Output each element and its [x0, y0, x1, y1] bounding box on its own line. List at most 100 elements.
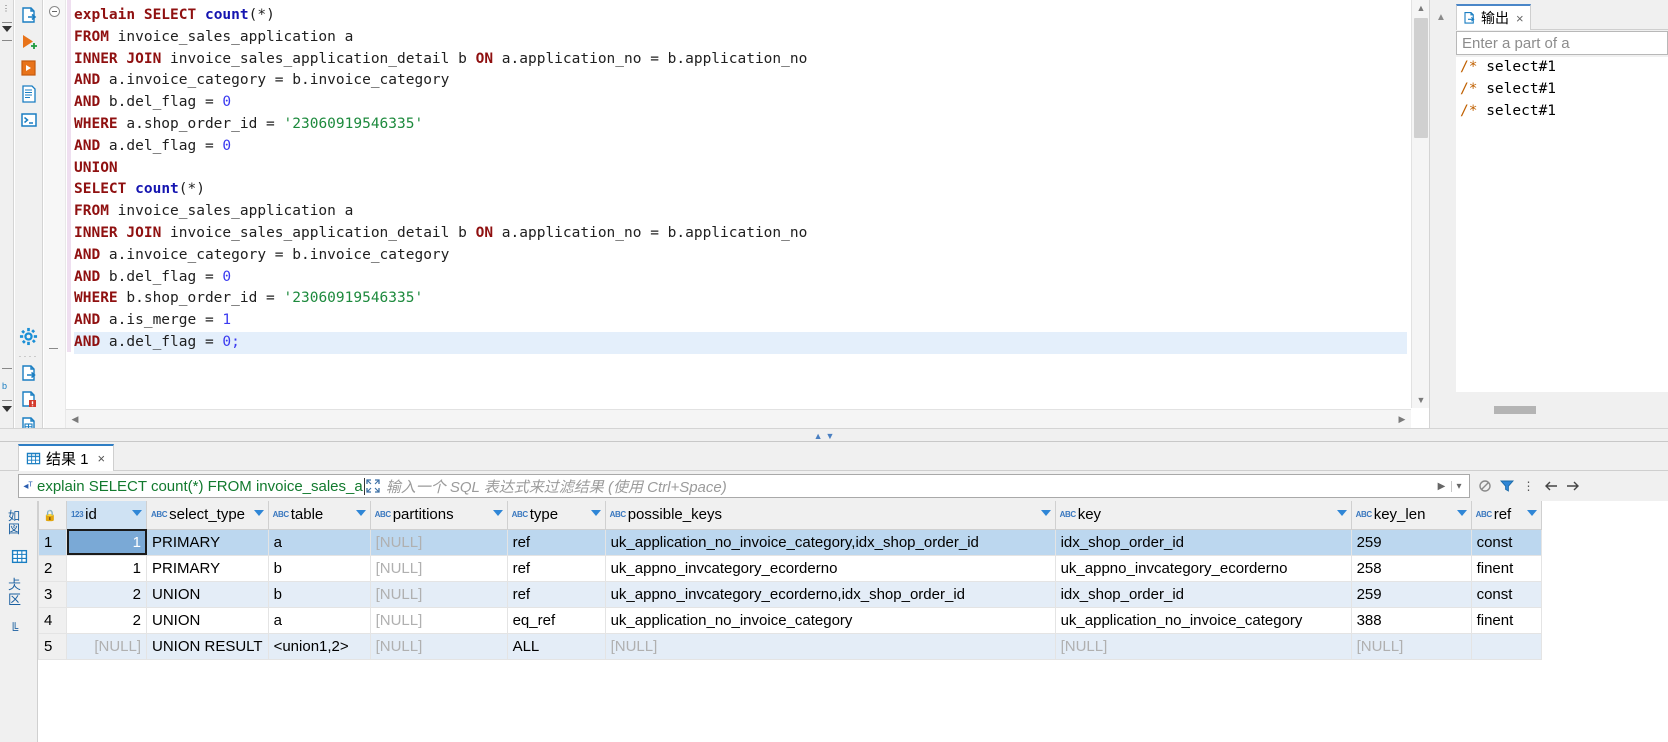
column-header-id[interactable]: 123 id [66, 501, 147, 530]
row-number-cell[interactable]: 5 [38, 632, 67, 660]
explain-execution-plan-icon[interactable] [17, 82, 41, 106]
explain-plan-table[interactable]: 🔒 123 id ABC select_type ABC table ABC partition… [38, 501, 1542, 660]
cell-key_len[interactable]: 259 [1350, 580, 1472, 608]
filter-history-dropdown-icon[interactable]: ▾ [1451, 480, 1466, 492]
expand-panel-icon[interactable] [366, 479, 386, 493]
clear-filter-icon[interactable] [1476, 476, 1493, 496]
editor-horizontal-scrollbar[interactable]: ◀ ▶ [66, 409, 1411, 428]
column-filter-dropdown-icon[interactable] [590, 510, 601, 516]
sql-code-text[interactable]: explain SELECT count(*) FROM invoice_sale… [74, 5, 1407, 408]
output-collapse-icon[interactable]: ▲ [1432, 12, 1450, 28]
tab-results-1[interactable]: 结果 1 × [18, 444, 115, 471]
cell-id[interactable]: 1 [66, 528, 147, 556]
cell-ref[interactable]: finent [1470, 606, 1542, 634]
column-header-type[interactable]: ABC type [506, 501, 606, 530]
cell-partitions[interactable]: [NULL] [369, 554, 508, 582]
editor-vertical-scrollbar[interactable]: ▲ ▼ [1411, 0, 1429, 408]
grid-panel-toggle-icon[interactable]: 如 図 [0, 501, 38, 543]
filter-input[interactable]: ◂ᵀ explain SELECT count(*) FROM invoice_… [18, 474, 1470, 498]
cell-partitions[interactable]: [NULL] [369, 528, 508, 556]
cell-possible_keys[interactable]: uk_appno_invcategory_ecorderno [604, 554, 1056, 582]
code-fold-toggle-icon[interactable] [49, 6, 60, 17]
column-filter-dropdown-icon[interactable] [492, 510, 503, 516]
output-hscroll-thumb[interactable] [1494, 406, 1536, 414]
column-filter-dropdown-icon[interactable] [132, 510, 142, 516]
cell-possible_keys[interactable]: uk_application_no_invoice_category,idx_s… [604, 528, 1056, 556]
column-filter-dropdown-icon[interactable] [1526, 510, 1537, 516]
filter-funnel-icon[interactable] [1498, 476, 1515, 496]
splitter-handle[interactable]: ▲ ▼ [806, 431, 842, 441]
export-data-icon[interactable] [17, 362, 41, 386]
row-number-cell[interactable]: 3 [38, 580, 67, 608]
cell-ref[interactable] [1470, 632, 1542, 660]
output-tab-close-icon[interactable]: × [1516, 11, 1524, 26]
column-filter-dropdown-icon[interactable] [355, 510, 366, 516]
tab-output[interactable]: 输出 × [1456, 4, 1531, 30]
cell-key[interactable]: idx_shop_order_id [1054, 528, 1352, 556]
editor-vscroll-thumb[interactable] [1414, 18, 1428, 138]
row-number-cell[interactable]: 2 [38, 554, 67, 582]
cell-ref[interactable]: finent [1470, 554, 1542, 582]
table-row[interactable]: 1 1 PRIMARY a [NULL] ref uk_application_no_inv… [38, 528, 1542, 556]
settings-gear-icon[interactable] [17, 324, 41, 348]
cell-possible_keys[interactable]: [NULL] [604, 632, 1056, 660]
column-filter-dropdown-icon[interactable] [1456, 510, 1467, 516]
column-header-table[interactable]: ABC table [267, 501, 371, 530]
cell-partitions[interactable]: [NULL] [369, 580, 508, 608]
table-row[interactable]: 5 [NULL] UNION RESULT <union1,2> [NULL] ALL [N… [38, 632, 1542, 660]
cell-id[interactable]: [NULL] [66, 632, 147, 660]
cell-table[interactable]: b [267, 554, 371, 582]
column-header-possible_keys[interactable]: ABC possible_keys [604, 501, 1056, 530]
table-row[interactable]: 2 1 PRIMARY b [NULL] ref uk_appno_invcategory_… [38, 554, 1542, 582]
cell-select_type[interactable]: PRIMARY [146, 528, 269, 556]
column-header-key[interactable]: ABC key [1054, 501, 1352, 530]
execute-sql-script-icon[interactable] [17, 4, 41, 28]
output-horizontal-scrollbar[interactable] [1456, 403, 1668, 417]
rail-drag-dots[interactable]: ···· [19, 350, 39, 362]
overflow-menu-icon[interactable]: ⋮ [1520, 476, 1537, 496]
nav-back-icon[interactable] [1542, 476, 1559, 496]
cell-select_type[interactable]: UNION [146, 606, 269, 634]
column-filter-dropdown-icon[interactable] [1040, 510, 1051, 516]
row-number-cell[interactable]: 4 [38, 606, 67, 634]
cell-possible_keys[interactable]: uk_application_no_invoice_category [604, 606, 1056, 634]
cell-partitions[interactable]: [NULL] [369, 632, 508, 660]
open-console-icon[interactable] [17, 108, 41, 132]
grid-record-toggle-icon[interactable]: 仧 区 [0, 569, 38, 615]
cell-key[interactable]: [NULL] [1054, 632, 1352, 660]
scroll-left-icon[interactable]: ◀ [66, 414, 84, 425]
scroll-right-icon[interactable]: ▶ [1393, 414, 1411, 425]
far-rail-chevron2-icon[interactable] [2, 406, 12, 412]
cell-type[interactable]: ref [506, 580, 606, 608]
cell-key_len[interactable]: 258 [1350, 554, 1472, 582]
cell-table[interactable]: a [267, 528, 371, 556]
cell-key[interactable]: uk_appno_invcategory_ecorderno [1054, 554, 1352, 582]
column-header-ref[interactable]: ABC ref [1470, 501, 1542, 530]
cell-possible_keys[interactable]: uk_appno_invcategory_ecorderno,idx_shop_… [604, 580, 1056, 608]
column-header-partitions[interactable]: ABC partitions [369, 501, 508, 530]
column-header-select_type[interactable]: ABC select_type [146, 501, 269, 530]
cell-id[interactable]: 2 [66, 580, 147, 608]
error-document-icon[interactable] [17, 388, 41, 412]
scroll-up-icon[interactable]: ▲ [1412, 0, 1430, 16]
cell-key[interactable]: uk_application_no_invoice_category [1054, 606, 1352, 634]
output-search-input[interactable]: Enter a part of a [1456, 31, 1668, 55]
cell-table[interactable]: <union1,2> [267, 632, 371, 660]
nav-forward-icon[interactable] [1564, 476, 1581, 496]
panel-splitter[interactable]: ▲ ▼ [0, 428, 1668, 442]
cell-key_len[interactable]: [NULL] [1350, 632, 1472, 660]
execute-statement-icon[interactable] [17, 30, 41, 54]
cell-type[interactable]: ref [506, 528, 606, 556]
column-filter-dropdown-icon[interactable] [1336, 510, 1347, 516]
sql-editor[interactable]: explain SELECT count(*) FROM invoice_sale… [44, 0, 1430, 428]
filter-apply-icon[interactable]: ▶ [1434, 481, 1449, 492]
scroll-down-icon[interactable]: ▼ [1412, 392, 1430, 408]
row-number-cell[interactable]: 1 [38, 528, 67, 556]
cell-key_len[interactable]: 259 [1350, 528, 1472, 556]
grid-transpose-icon[interactable]: ╚ [0, 615, 38, 641]
table-row[interactable]: 3 2 UNION b [NULL] ref uk_appno_invcategory_ec… [38, 580, 1542, 608]
cell-type[interactable]: ref [506, 554, 606, 582]
cell-table[interactable]: b [267, 580, 371, 608]
cell-table[interactable]: a [267, 606, 371, 634]
results-grid[interactable]: 如 図 仧 区 ╚ 🔒 123 id ABC select_type ABC t… [0, 501, 1668, 742]
